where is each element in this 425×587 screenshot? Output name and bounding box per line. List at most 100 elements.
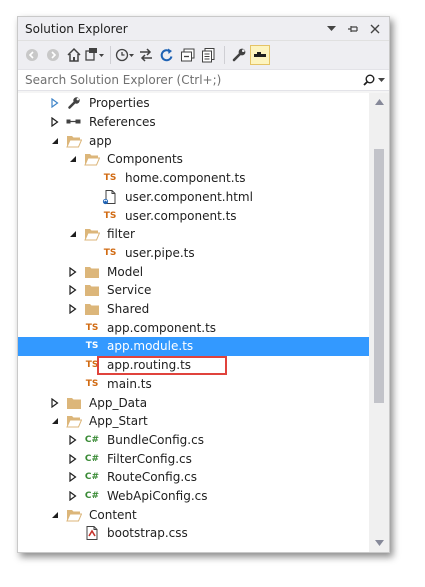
- tree-item-label: Model: [107, 264, 144, 279]
- collapsed-arrow-icon[interactable]: [67, 471, 79, 483]
- scrollbar-thumb[interactable]: [374, 149, 384, 403]
- expanded-arrow-icon[interactable]: [49, 415, 61, 427]
- tree-item-label: user.component.ts: [125, 208, 237, 223]
- tree-item[interactable]: App_Start: [18, 412, 369, 431]
- back-icon[interactable]: [22, 45, 42, 65]
- tree-item[interactable]: bootstrap.css: [18, 524, 369, 543]
- tree-item-label: Components: [107, 152, 183, 167]
- tree-item[interactable]: TS home.component.ts: [18, 169, 369, 188]
- typescript-file-icon: TS: [103, 210, 117, 221]
- preview-icon[interactable]: [250, 45, 270, 65]
- csharp-file-icon: C#: [84, 453, 100, 464]
- tree-item[interactable]: Properties: [18, 94, 369, 113]
- tree-item[interactable]: C# FilterConfig.cs: [18, 449, 369, 468]
- tree-item[interactable]: Service: [18, 281, 369, 300]
- tree-item[interactable]: TS main.ts: [18, 375, 369, 394]
- tree-item[interactable]: TS app.component.ts: [18, 318, 369, 337]
- collapsed-arrow-icon[interactable]: [49, 97, 61, 109]
- folder-icon: [66, 395, 82, 411]
- collapsed-arrow-icon[interactable]: [67, 490, 79, 502]
- tree-item[interactable]: C# WebApiConfig.cs: [18, 487, 369, 506]
- expanded-arrow-icon[interactable]: [49, 509, 61, 521]
- tree-item[interactable]: Components: [18, 150, 369, 169]
- properties-icon[interactable]: [229, 45, 249, 65]
- collapsed-arrow-icon[interactable]: [67, 266, 79, 278]
- tree-item[interactable]: C# RouteConfig.cs: [18, 468, 369, 487]
- collapsed-arrow-icon[interactable]: [67, 303, 79, 315]
- window-title: Solution Explorer: [25, 21, 128, 36]
- collapse-all-icon[interactable]: [178, 45, 198, 65]
- close-icon[interactable]: [367, 21, 383, 37]
- tree-item-label: Shared: [107, 302, 150, 317]
- search-box: [18, 69, 389, 91]
- tree-item[interactable]: TS user.component.ts: [18, 206, 369, 225]
- folder-open-icon: [66, 413, 82, 429]
- references-icon: [66, 114, 82, 130]
- tree-item-label: References: [89, 115, 156, 130]
- toolbar-separator: [224, 46, 225, 64]
- collapsed-arrow-icon[interactable]: [67, 434, 79, 446]
- expanded-arrow-icon[interactable]: [49, 135, 61, 147]
- refresh-icon[interactable]: [157, 45, 177, 65]
- tree-item-label: app.routing.ts: [107, 358, 192, 373]
- expanded-arrow-icon[interactable]: [67, 153, 79, 165]
- search-options-icon[interactable]: [378, 77, 385, 83]
- tree-item-label: app: [89, 133, 112, 148]
- tree-item[interactable]: user.component.html: [18, 188, 369, 207]
- tree-item[interactable]: TS user.pipe.ts: [18, 244, 369, 263]
- folder-icon: [84, 282, 100, 298]
- search-icon[interactable]: [363, 74, 375, 86]
- tree-item[interactable]: app: [18, 131, 369, 150]
- tree-item-label: main.ts: [107, 376, 152, 391]
- search-input[interactable]: [25, 73, 359, 87]
- tree-item[interactable]: References: [18, 113, 369, 132]
- solution-tree: Properties References app Components TS home.…: [18, 93, 369, 552]
- tree-item[interactable]: filter: [18, 225, 369, 244]
- vertical-scrollbar[interactable]: [369, 93, 389, 552]
- expanded-arrow-icon[interactable]: [67, 228, 79, 240]
- show-all-files-icon[interactable]: [199, 45, 219, 65]
- folder-open-icon: [66, 133, 82, 149]
- folder-open-icon: [84, 226, 100, 242]
- tree-item[interactable]: App_Data: [18, 393, 369, 412]
- dropdown-icon[interactable]: [323, 21, 339, 37]
- switch-views-icon[interactable]: [85, 45, 105, 65]
- collapsed-arrow-icon[interactable]: [49, 116, 61, 128]
- tree-item-label: user.component.html: [125, 189, 253, 204]
- tree-item-label: Service: [107, 283, 152, 298]
- typescript-file-icon: TS: [85, 322, 99, 333]
- sync-icon[interactable]: [136, 45, 156, 65]
- typescript-file-icon: TS: [103, 173, 117, 184]
- collapsed-arrow-icon[interactable]: [67, 284, 79, 296]
- wrench-icon: [66, 95, 82, 111]
- tree-item[interactable]: Content: [18, 505, 369, 524]
- tree-item[interactable]: Model: [18, 262, 369, 281]
- home-icon[interactable]: [64, 45, 84, 65]
- scroll-up-icon[interactable]: [373, 97, 385, 107]
- tree-item-label: App_Data: [89, 395, 148, 410]
- tree-item-label: BundleConfig.cs: [107, 432, 204, 447]
- csharp-file-icon: C#: [84, 472, 100, 483]
- typescript-file-icon: TS: [85, 341, 99, 352]
- tree-item[interactable]: TS app.module.ts: [18, 337, 369, 356]
- tree-item[interactable]: C# BundleConfig.cs: [18, 431, 369, 450]
- pin-icon[interactable]: [345, 21, 361, 37]
- tree-item-label: RouteConfig.cs: [107, 470, 197, 485]
- folder-open-icon: [84, 151, 100, 167]
- history-icon[interactable]: [115, 45, 135, 65]
- tree-item[interactable]: Shared: [18, 300, 369, 319]
- csharp-file-icon: C#: [84, 434, 100, 445]
- collapsed-arrow-icon[interactable]: [67, 453, 79, 465]
- solution-explorer-window: Solution Explorer Search Solution Explor…: [17, 16, 390, 553]
- tree-item[interactable]: TS app.routing.ts: [18, 356, 369, 375]
- scroll-down-icon[interactable]: [373, 538, 385, 548]
- tree-item-label: home.component.ts: [125, 171, 246, 186]
- tree-item-label: app.component.ts: [107, 320, 217, 335]
- typescript-file-icon: TS: [85, 360, 99, 371]
- toolbar: [18, 41, 389, 69]
- title-bar: Solution Explorer: [18, 17, 389, 41]
- tree-item-label: App_Start: [89, 414, 148, 429]
- typescript-file-icon: TS: [103, 247, 117, 258]
- forward-icon[interactable]: [43, 45, 63, 65]
- collapsed-arrow-icon[interactable]: [49, 397, 61, 409]
